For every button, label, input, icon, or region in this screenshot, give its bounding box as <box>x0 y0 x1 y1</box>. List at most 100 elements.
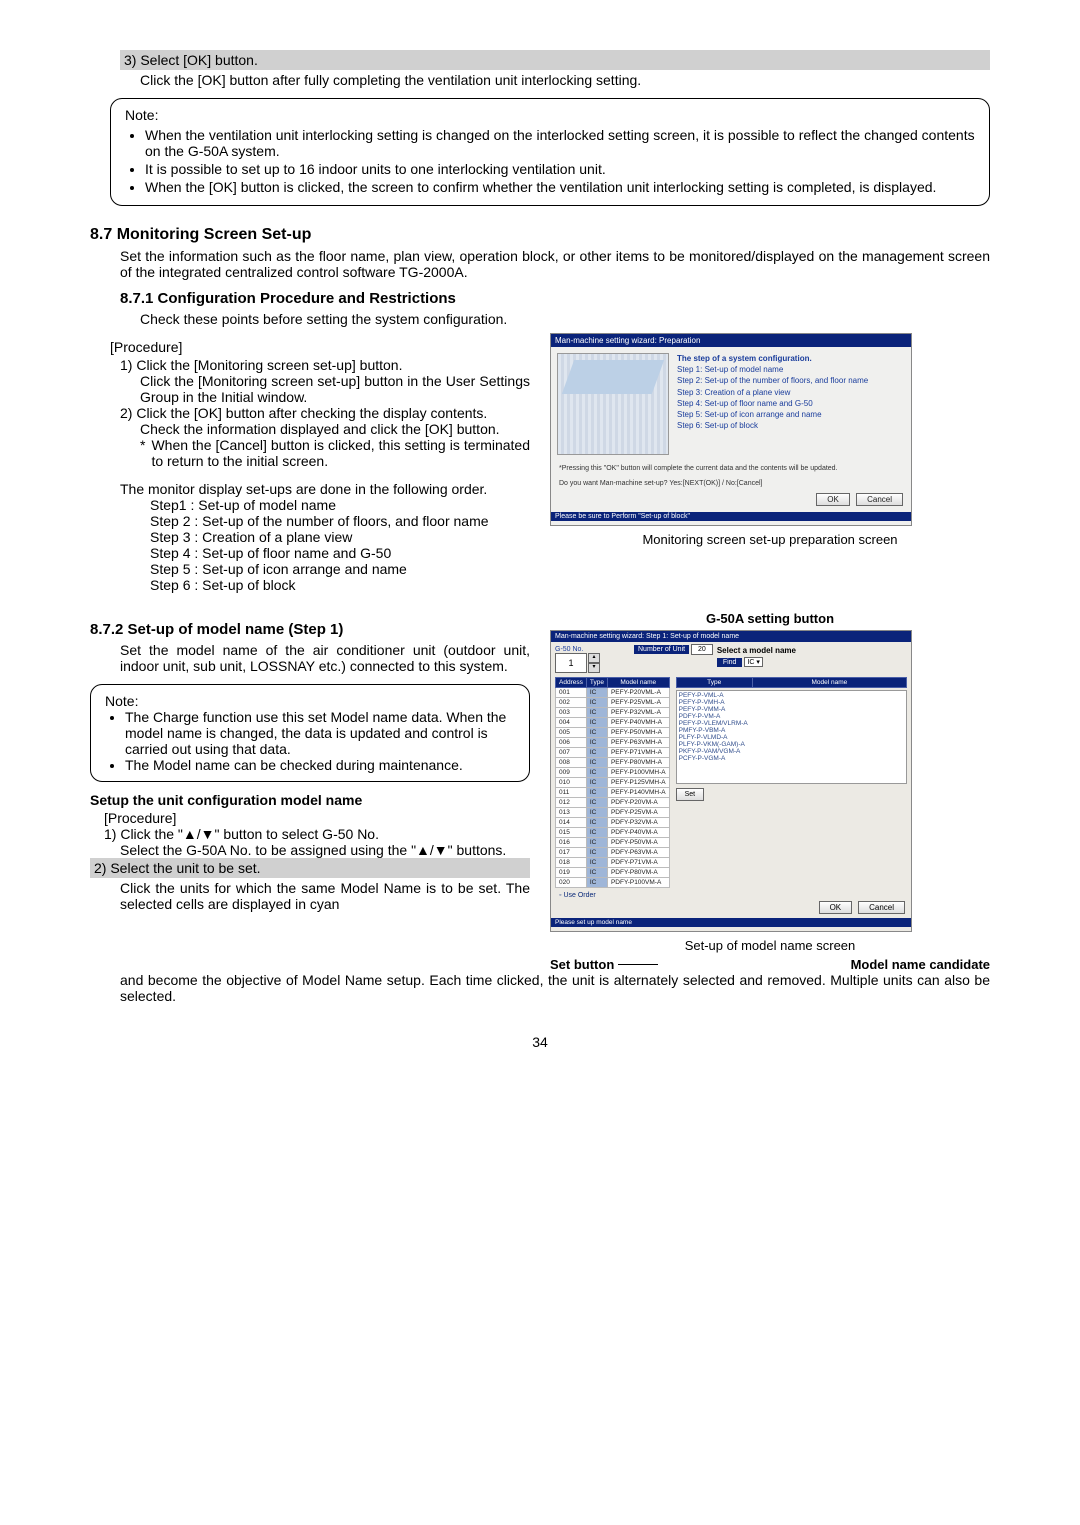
section-8-7-para: Set the information such as the floor na… <box>120 248 990 280</box>
statusbar: Please set up model name <box>551 918 911 927</box>
note-box-872: Note: The Charge function use this set M… <box>90 684 530 782</box>
g50-label: G-50 No. <box>555 646 600 653</box>
cancel-button[interactable]: Cancel <box>858 901 905 914</box>
section-8-7-1-heading: 8.7.1 Configuration Procedure and Restri… <box>120 290 990 307</box>
list-item[interactable]: PEFY-P-VMH-A <box>679 699 904 706</box>
procedure-label: [Procedure] <box>110 339 530 355</box>
window-titlebar: Man-machine setting wizard: Preparation <box>551 334 911 347</box>
table-row[interactable]: 013ICPDFY-P25VM-A <box>556 808 670 818</box>
select-model-label: Select a model name <box>717 646 907 655</box>
prompt-text: Do you want Man-machine set-up? Yes:[NEX… <box>551 476 911 491</box>
unit-table: Address Type Model name 001ICPEFY-P20VML… <box>555 677 670 888</box>
unit-image <box>557 353 669 455</box>
table-row[interactable]: 011ICPEFY-P140VMH-A <box>556 788 670 798</box>
proc872-1-body: Select the G-50A No. to be assigned usin… <box>120 842 530 858</box>
table-row[interactable]: 019ICPDFY-P80VM-A <box>556 868 670 878</box>
note-item: The Model name can be checked during mai… <box>125 757 515 773</box>
list-item[interactable]: PEFY-P-VLEM/VLRM-A <box>679 720 904 727</box>
col-address: Address <box>556 678 587 688</box>
setup-title: Setup the unit configuration model name <box>90 792 530 808</box>
g50a-setting-button-label: G-50A setting button <box>550 611 990 626</box>
proc1-body: Click the [Monitoring screen set-up] but… <box>140 373 530 405</box>
table-row[interactable]: 017ICPDFY-P63VM-A <box>556 848 670 858</box>
set-button-label: Set button <box>550 957 614 972</box>
proc2-star: When the [Cancel] button is clicked, thi… <box>151 437 530 469</box>
radio-use-order[interactable]: ◦ Use Order <box>559 892 596 899</box>
table-row[interactable]: 012ICPDFY-P20VM-A <box>556 798 670 808</box>
cancel-button[interactable]: Cancel <box>856 493 903 506</box>
num-unit-value: 20 <box>691 644 713 655</box>
chevron-down-icon[interactable]: ▾ <box>588 663 600 673</box>
table-row[interactable]: 015ICPDFY-P40VM-A <box>556 828 670 838</box>
proc872-2-head-gray: 2) Select the unit to be set. <box>90 858 530 878</box>
step-item: Step 2 : Set-up of the number of floors,… <box>150 513 530 529</box>
col-type: Type <box>586 678 607 688</box>
table-row[interactable]: 009ICPEFY-P100VMH-A <box>556 768 670 778</box>
list-item[interactable]: PEFY-P-VML-A <box>679 692 904 699</box>
g50-spinner[interactable]: ▴▾ <box>588 653 600 673</box>
col-model: Model name <box>607 678 669 688</box>
table-row[interactable]: 006ICPEFY-P63VMH-A <box>556 738 670 748</box>
proc872-2-body-full: and become the objective of Model Name s… <box>120 972 990 1004</box>
note-item: The Charge function use this set Model n… <box>125 709 515 757</box>
step-item: Step1 : Set-up of model name <box>150 497 530 513</box>
chevron-up-icon[interactable]: ▴ <box>588 653 600 663</box>
num-unit-label: Number of Unit <box>634 645 689 654</box>
table-row[interactable]: 004ICPEFY-P40VMH-A <box>556 718 670 728</box>
step-item: Step 6 : Set-up of block <box>150 577 530 593</box>
step-line: Step 5: Set-up of icon arrange and name <box>677 409 868 420</box>
list-item[interactable]: PKFY-P-VAM/VGM-A <box>679 748 904 755</box>
ok-button[interactable]: OK <box>816 493 850 506</box>
warning-text: *Pressing this "OK" button will complete… <box>551 461 911 476</box>
section-8-7-2-heading: 8.7.2 Set-up of model name (Step 1) <box>90 621 530 638</box>
screenshot-model-name: Man-machine setting wizard: Step 1: Set-… <box>550 630 912 932</box>
window-titlebar: Man-machine setting wizard: Step 1: Set-… <box>551 631 911 642</box>
proc872-2-body-short: Click the units for which the same Model… <box>120 880 530 912</box>
step3-gray-header: 3) Select [OK] button. <box>120 50 990 70</box>
step-item: Step 3 : Creation of a plane view <box>150 529 530 545</box>
screenshot1-caption: Monitoring screen set-up preparation scr… <box>550 532 990 547</box>
table-row[interactable]: 005ICPEFY-P50VMH-A <box>556 728 670 738</box>
note-title: Note: <box>125 107 975 123</box>
list-item[interactable]: PDFY-P-VM-A <box>679 713 904 720</box>
asterisk-icon: * <box>140 437 145 469</box>
section-8-7-2-intro: Set the model name of the air conditione… <box>120 642 530 674</box>
list-item[interactable]: PMFY-P-VBM-A <box>679 727 904 734</box>
table-row[interactable]: 001ICPEFY-P20VML-A <box>556 688 670 698</box>
table-row[interactable]: 016ICPDFY-P50VM-A <box>556 838 670 848</box>
list-item[interactable]: PLFY-P-VKM(-GAM)-A <box>679 741 904 748</box>
step-line: Step 2: Set-up of the number of floors, … <box>677 375 868 386</box>
table-row[interactable]: 008ICPEFY-P80VMH-A <box>556 758 670 768</box>
page-number: 34 <box>90 1034 990 1050</box>
screenshot2-caption: Set-up of model name screen <box>550 938 990 953</box>
step-line: Step 6: Set-up of block <box>677 420 868 431</box>
type-list[interactable]: PEFY-P-VML-APEFY-P-VMH-APEFY-P-VMM-APDFY… <box>676 690 907 784</box>
order-para: The monitor display set-ups are done in … <box>120 481 530 497</box>
note-item: It is possible to set up to 16 indoor un… <box>145 161 975 177</box>
table-row[interactable]: 018ICPDFY-P71VM-A <box>556 858 670 868</box>
note-title: Note: <box>105 693 515 709</box>
steps-header: The step of a system configuration. <box>677 353 868 364</box>
table-row[interactable]: 002ICPEFY-P25VML-A <box>556 698 670 708</box>
list-item[interactable]: PCFY-P-VGM-A <box>679 755 904 762</box>
table-row[interactable]: 007ICPEFY-P71VMH-A <box>556 748 670 758</box>
list-item[interactable]: PEFY-P-VMM-A <box>679 706 904 713</box>
ic-selector[interactable]: IC ▾ <box>744 657 762 667</box>
find-label: Find <box>717 658 743 667</box>
set-button[interactable]: Set <box>676 788 705 801</box>
ok-button[interactable]: OK <box>819 901 853 914</box>
table-row[interactable]: 003ICPEFY-P32VML-A <box>556 708 670 718</box>
statusbar: Please be sure to Perform "Set-up of blo… <box>551 512 911 521</box>
table-row[interactable]: 010ICPEFY-P125VMH-A <box>556 778 670 788</box>
proc1-head: 1) Click the [Monitoring screen set-up] … <box>120 357 530 373</box>
col-mname: Model name <box>752 678 906 688</box>
section-8-7-1-intro: Check these points before setting the sy… <box>140 311 990 327</box>
step-line: Step 1: Set-up of model name <box>677 364 868 375</box>
list-item[interactable]: PLFY-P-VLMD-A <box>679 734 904 741</box>
table-row[interactable]: 020ICPDFY-P100VM-A <box>556 878 670 888</box>
g50-number-input[interactable]: 1 <box>555 653 587 673</box>
section-8-7-heading: 8.7 Monitoring Screen Set-up <box>90 226 990 244</box>
note-item: When the [OK] button is clicked, the scr… <box>145 179 975 195</box>
table-row[interactable]: 014ICPDFY-P32VM-A <box>556 818 670 828</box>
step-item: Step 5 : Set-up of icon arrange and name <box>150 561 530 577</box>
